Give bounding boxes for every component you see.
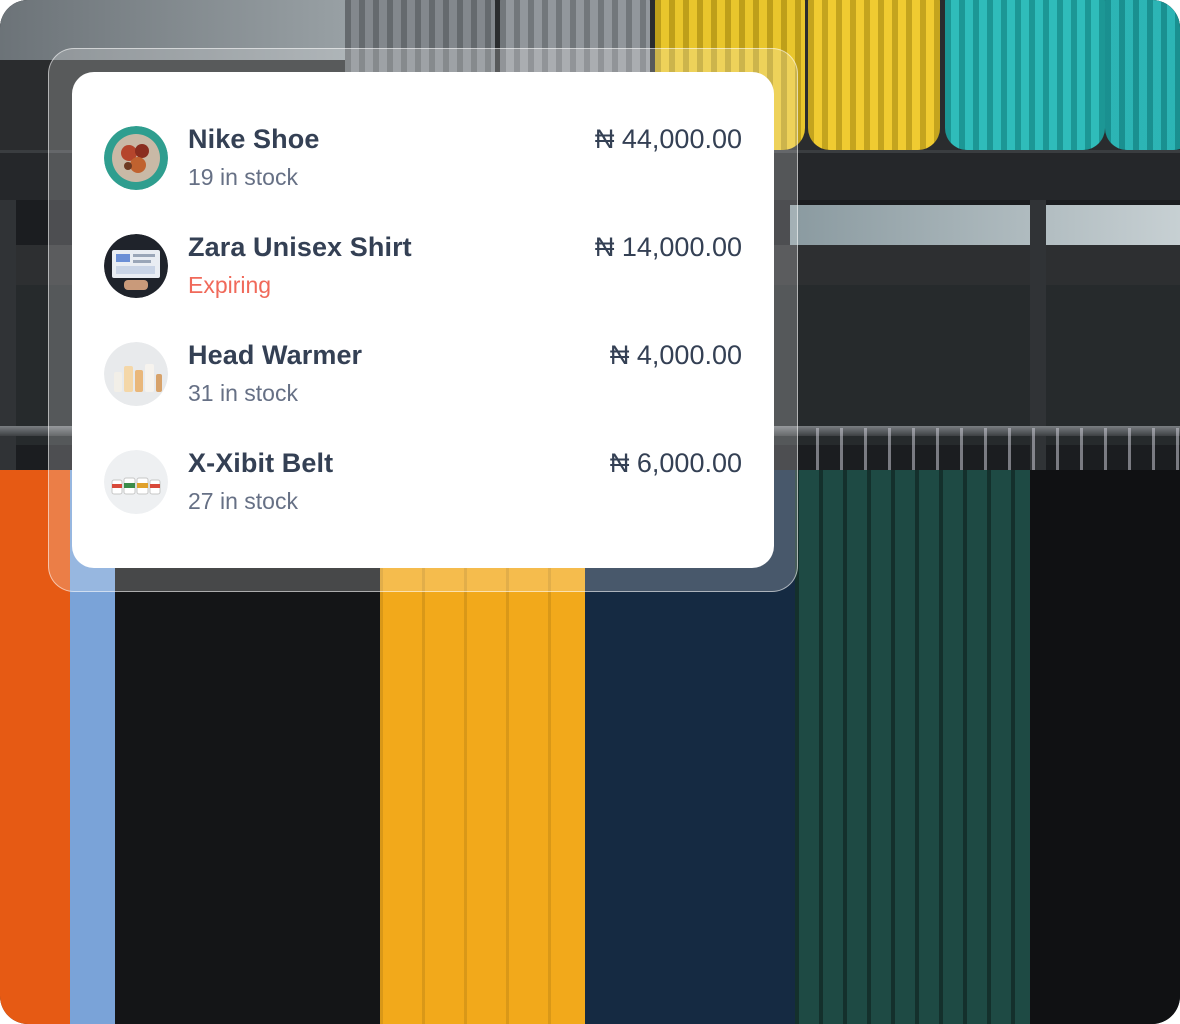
stock-status: 27 in stock (188, 488, 298, 514)
product-price: ₦ 44,000.00 (594, 124, 742, 154)
product-list-card: Nike Shoe 19 in stock ₦ 44,000.00 Zara U… (72, 72, 774, 568)
product-price: ₦ 14,000.00 (594, 232, 742, 262)
background-photo: Nike Shoe 19 in stock ₦ 44,000.00 Zara U… (0, 0, 1180, 1024)
product-row[interactable]: Head Warmer 31 in stock ₦ 4,000.00 (104, 338, 742, 418)
product-name: X-Xibit Belt (188, 448, 334, 478)
food-plate-icon (104, 126, 168, 190)
product-price: ₦ 6,000.00 (609, 448, 742, 478)
product-price: ₦ 4,000.00 (609, 340, 742, 370)
jars-icon (104, 450, 168, 514)
shelf-post (0, 200, 16, 500)
stock-status: 31 in stock (188, 380, 298, 406)
tire-yellow (808, 0, 940, 150)
product-row[interactable]: Zara Unisex Shirt Expiring ₦ 14,000.00 (104, 230, 742, 310)
tire-teal (1105, 0, 1180, 150)
product-row[interactable]: X-Xibit Belt 27 in stock ₦ 6,000.00 (104, 446, 742, 526)
expiring-status: Expiring (188, 272, 272, 298)
background-window (790, 205, 1180, 245)
product-name: Head Warmer (188, 340, 363, 370)
cosmetics-bottles-icon (104, 342, 168, 406)
laptop-dashboard-icon (104, 234, 168, 298)
garment-green (795, 470, 1035, 1024)
product-name: Nike Shoe (188, 124, 320, 154)
product-name: Zara Unisex Shirt (188, 232, 412, 262)
product-row[interactable]: Nike Shoe 19 in stock ₦ 44,000.00 (104, 122, 742, 202)
tire-teal (945, 0, 1105, 150)
garment-black (1030, 470, 1180, 1024)
stock-status: 19 in stock (188, 164, 298, 190)
